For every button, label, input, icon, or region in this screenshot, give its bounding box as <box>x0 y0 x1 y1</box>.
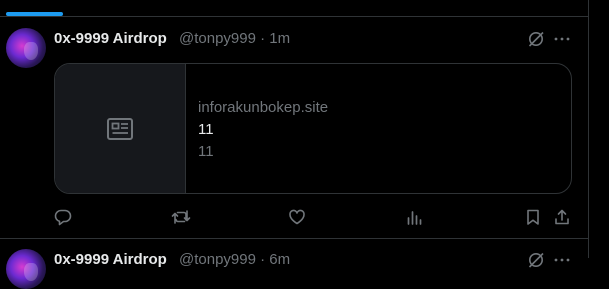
card-domain: inforakunbokep.site <box>198 99 329 116</box>
display-name[interactable]: 0x-9999 Airdrop <box>54 251 167 268</box>
share-icon[interactable] <box>552 207 572 227</box>
article-icon <box>106 117 134 141</box>
grok-icon[interactable] <box>526 250 546 270</box>
tweet-divider <box>0 238 589 239</box>
card-title: 11 <box>198 121 214 138</box>
avatar[interactable] <box>6 249 46 289</box>
more-icon[interactable] <box>552 250 572 270</box>
card-description: 11 <box>198 143 214 160</box>
link-card[interactable]: inforakunbokep.site 11 11 <box>54 63 572 194</box>
reply-icon[interactable] <box>53 207 73 227</box>
display-name[interactable]: 0x-9999 Airdrop <box>54 30 167 47</box>
views-icon[interactable] <box>404 207 424 227</box>
divider <box>0 16 589 17</box>
column-border <box>588 0 589 258</box>
handle-and-time[interactable]: @tonpy999 · 6m <box>179 251 290 268</box>
grok-icon[interactable] <box>526 29 546 49</box>
retweet-icon[interactable] <box>171 207 191 227</box>
more-icon[interactable] <box>552 29 572 49</box>
handle-and-time[interactable]: @tonpy999 · 1m <box>179 30 290 47</box>
bookmark-icon[interactable] <box>523 207 543 227</box>
like-icon[interactable] <box>287 207 307 227</box>
avatar[interactable] <box>6 28 46 68</box>
card-thumbnail <box>55 64 186 193</box>
